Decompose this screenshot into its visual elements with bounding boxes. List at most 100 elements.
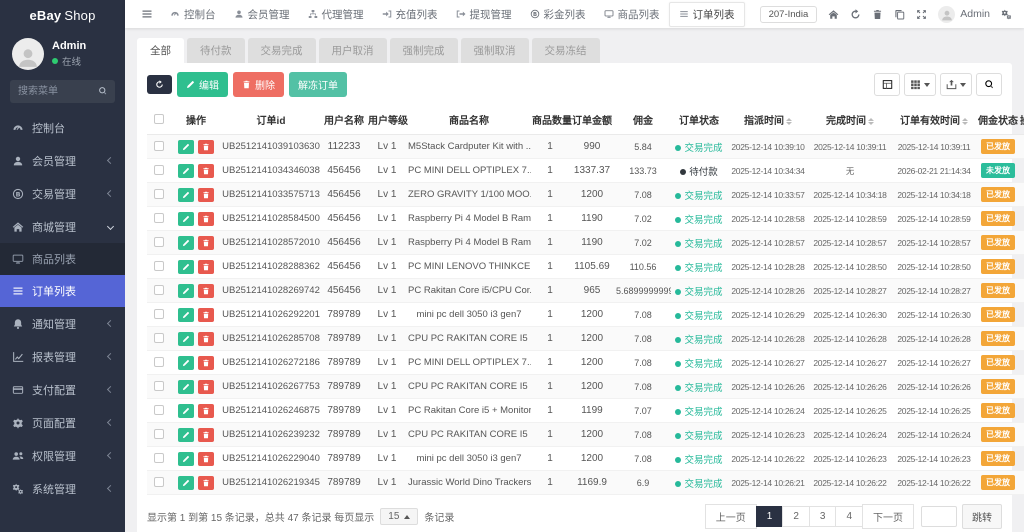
nav-item-members[interactable]: 会员管理 bbox=[225, 3, 299, 26]
row-checkbox[interactable] bbox=[154, 405, 164, 415]
select-all-checkbox[interactable] bbox=[154, 114, 164, 124]
row-edit-button[interactable] bbox=[178, 476, 194, 490]
row-checkbox[interactable] bbox=[154, 357, 164, 367]
refresh-table-button[interactable] bbox=[147, 75, 172, 94]
row-delete-button[interactable] bbox=[198, 188, 214, 202]
jump-page-button[interactable]: 跳转 bbox=[962, 504, 1002, 529]
row-checkbox[interactable] bbox=[154, 381, 164, 391]
sidebar-toggle-button[interactable] bbox=[133, 8, 161, 20]
row-edit-button[interactable] bbox=[178, 332, 194, 346]
row-edit-button[interactable] bbox=[178, 236, 194, 250]
row-delete-button[interactable] bbox=[198, 332, 214, 346]
prev-page-button[interactable]: 上一页 bbox=[705, 504, 757, 529]
tab-force-cancelled[interactable]: 强制取消 bbox=[461, 38, 529, 63]
next-page-button[interactable]: 下一页 bbox=[862, 504, 914, 529]
row-delete-button[interactable] bbox=[198, 308, 214, 322]
sidebar-item-system[interactable]: 系统管理 bbox=[0, 472, 125, 505]
col-assign-time-sortable[interactable]: 指派时间 bbox=[727, 105, 809, 135]
nav-item-orders[interactable]: 订单列表 bbox=[669, 2, 745, 27]
row-edit-button[interactable] bbox=[178, 140, 194, 154]
row-edit-button[interactable] bbox=[178, 452, 194, 466]
row-checkbox[interactable] bbox=[154, 309, 164, 319]
row-checkbox[interactable] bbox=[154, 477, 164, 487]
sidebar-item-payment-config[interactable]: 支付配置 bbox=[0, 373, 125, 406]
nav-item-dashboard[interactable]: 控制台 bbox=[161, 3, 225, 26]
tab-pending-payment[interactable]: 待付款 bbox=[187, 38, 245, 63]
nav-item-agents[interactable]: 代理管理 bbox=[299, 3, 373, 26]
row-edit-button[interactable] bbox=[178, 212, 194, 226]
page-button-3[interactable]: 3 bbox=[809, 506, 837, 527]
row-delete-button[interactable] bbox=[198, 428, 214, 442]
row-delete-button[interactable] bbox=[198, 284, 214, 298]
row-edit-button[interactable] bbox=[178, 164, 194, 178]
row-edit-button[interactable] bbox=[178, 260, 194, 274]
edit-button[interactable]: 编辑 bbox=[177, 72, 228, 97]
row-checkbox[interactable] bbox=[154, 453, 164, 463]
row-edit-button[interactable] bbox=[178, 308, 194, 322]
page-button-4[interactable]: 4 bbox=[835, 506, 863, 527]
sidebar-item-permissions[interactable]: 权限管理 bbox=[0, 439, 125, 472]
row-edit-button[interactable] bbox=[178, 380, 194, 394]
toggle-pagination-button[interactable] bbox=[874, 73, 900, 96]
clear-button[interactable] bbox=[872, 9, 883, 20]
row-edit-button[interactable] bbox=[178, 428, 194, 442]
delete-button[interactable]: 删除 bbox=[233, 72, 284, 97]
tab-all[interactable]: 全部 bbox=[137, 38, 184, 63]
unfreeze-order-button[interactable]: 解冻订单 bbox=[289, 72, 347, 97]
row-delete-button[interactable] bbox=[198, 476, 214, 490]
row-checkbox[interactable] bbox=[154, 261, 164, 271]
row-delete-button[interactable] bbox=[198, 236, 214, 250]
admin-menu[interactable]: Admin bbox=[938, 6, 990, 23]
page-button-1[interactable]: 1 bbox=[756, 506, 784, 527]
nav-item-recharge[interactable]: 充值列表 bbox=[373, 3, 447, 26]
tab-user-cancelled[interactable]: 用户取消 bbox=[319, 38, 387, 63]
row-edit-button[interactable] bbox=[178, 284, 194, 298]
col-finish-time-sortable[interactable]: 完成时间 bbox=[809, 105, 891, 135]
row-delete-button[interactable] bbox=[198, 212, 214, 226]
region-selector[interactable]: 207-India bbox=[760, 6, 818, 23]
nav-item-products[interactable]: 商品列表 bbox=[595, 3, 669, 26]
sidebar-item-page-config[interactable]: 页面配置 bbox=[0, 406, 125, 439]
row-edit-button[interactable] bbox=[178, 188, 194, 202]
fullscreen-button[interactable] bbox=[916, 9, 927, 20]
row-edit-button[interactable] bbox=[178, 356, 194, 370]
sidebar-item-product-list[interactable]: 商品列表 bbox=[0, 243, 125, 275]
export-dropdown-button[interactable] bbox=[940, 73, 972, 96]
row-delete-button[interactable] bbox=[198, 452, 214, 466]
row-delete-button[interactable] bbox=[198, 356, 214, 370]
sidebar-item-notifications[interactable]: 通知管理 bbox=[0, 307, 125, 340]
home-button[interactable] bbox=[828, 9, 839, 20]
tab-completed[interactable]: 交易完成 bbox=[248, 38, 316, 63]
sidebar-item-members[interactable]: 会员管理 bbox=[0, 144, 125, 177]
sidebar-item-trades[interactable]: 交易管理 bbox=[0, 177, 125, 210]
row-delete-button[interactable] bbox=[198, 140, 214, 154]
tab-force-completed[interactable]: 强制完成 bbox=[390, 38, 458, 63]
jump-page-input[interactable] bbox=[921, 506, 957, 527]
tab-frozen[interactable]: 交易冻结 bbox=[532, 38, 600, 63]
search-toggle-button[interactable] bbox=[976, 73, 1002, 96]
sidebar-item-dashboard[interactable]: 控制台 bbox=[0, 111, 125, 144]
row-checkbox[interactable] bbox=[154, 333, 164, 343]
row-delete-button[interactable] bbox=[198, 164, 214, 178]
refresh-button[interactable] bbox=[850, 9, 861, 20]
row-checkbox[interactable] bbox=[154, 141, 164, 151]
row-edit-button[interactable] bbox=[178, 404, 194, 418]
nav-item-withdraw[interactable]: 提现管理 bbox=[447, 3, 521, 26]
nav-item-bonus[interactable]: 彩金列表 bbox=[521, 3, 595, 26]
columns-dropdown-button[interactable] bbox=[904, 73, 936, 96]
copy-button[interactable] bbox=[894, 9, 905, 20]
row-checkbox[interactable] bbox=[154, 189, 164, 199]
page-size-dropdown[interactable]: 15 bbox=[380, 508, 418, 525]
row-checkbox[interactable] bbox=[154, 213, 164, 223]
col-valid-time-sortable[interactable]: 订单有效时间 bbox=[891, 105, 977, 135]
row-delete-button[interactable] bbox=[198, 260, 214, 274]
row-checkbox[interactable] bbox=[154, 165, 164, 175]
row-delete-button[interactable] bbox=[198, 380, 214, 394]
page-button-2[interactable]: 2 bbox=[782, 506, 810, 527]
sidebar-item-reports[interactable]: 报表管理 bbox=[0, 340, 125, 373]
row-checkbox[interactable] bbox=[154, 429, 164, 439]
sidebar-item-order-list[interactable]: 订单列表 bbox=[0, 275, 125, 307]
settings-button[interactable] bbox=[1001, 9, 1012, 20]
row-delete-button[interactable] bbox=[198, 404, 214, 418]
sidebar-item-mall[interactable]: 商城管理 bbox=[0, 210, 125, 243]
